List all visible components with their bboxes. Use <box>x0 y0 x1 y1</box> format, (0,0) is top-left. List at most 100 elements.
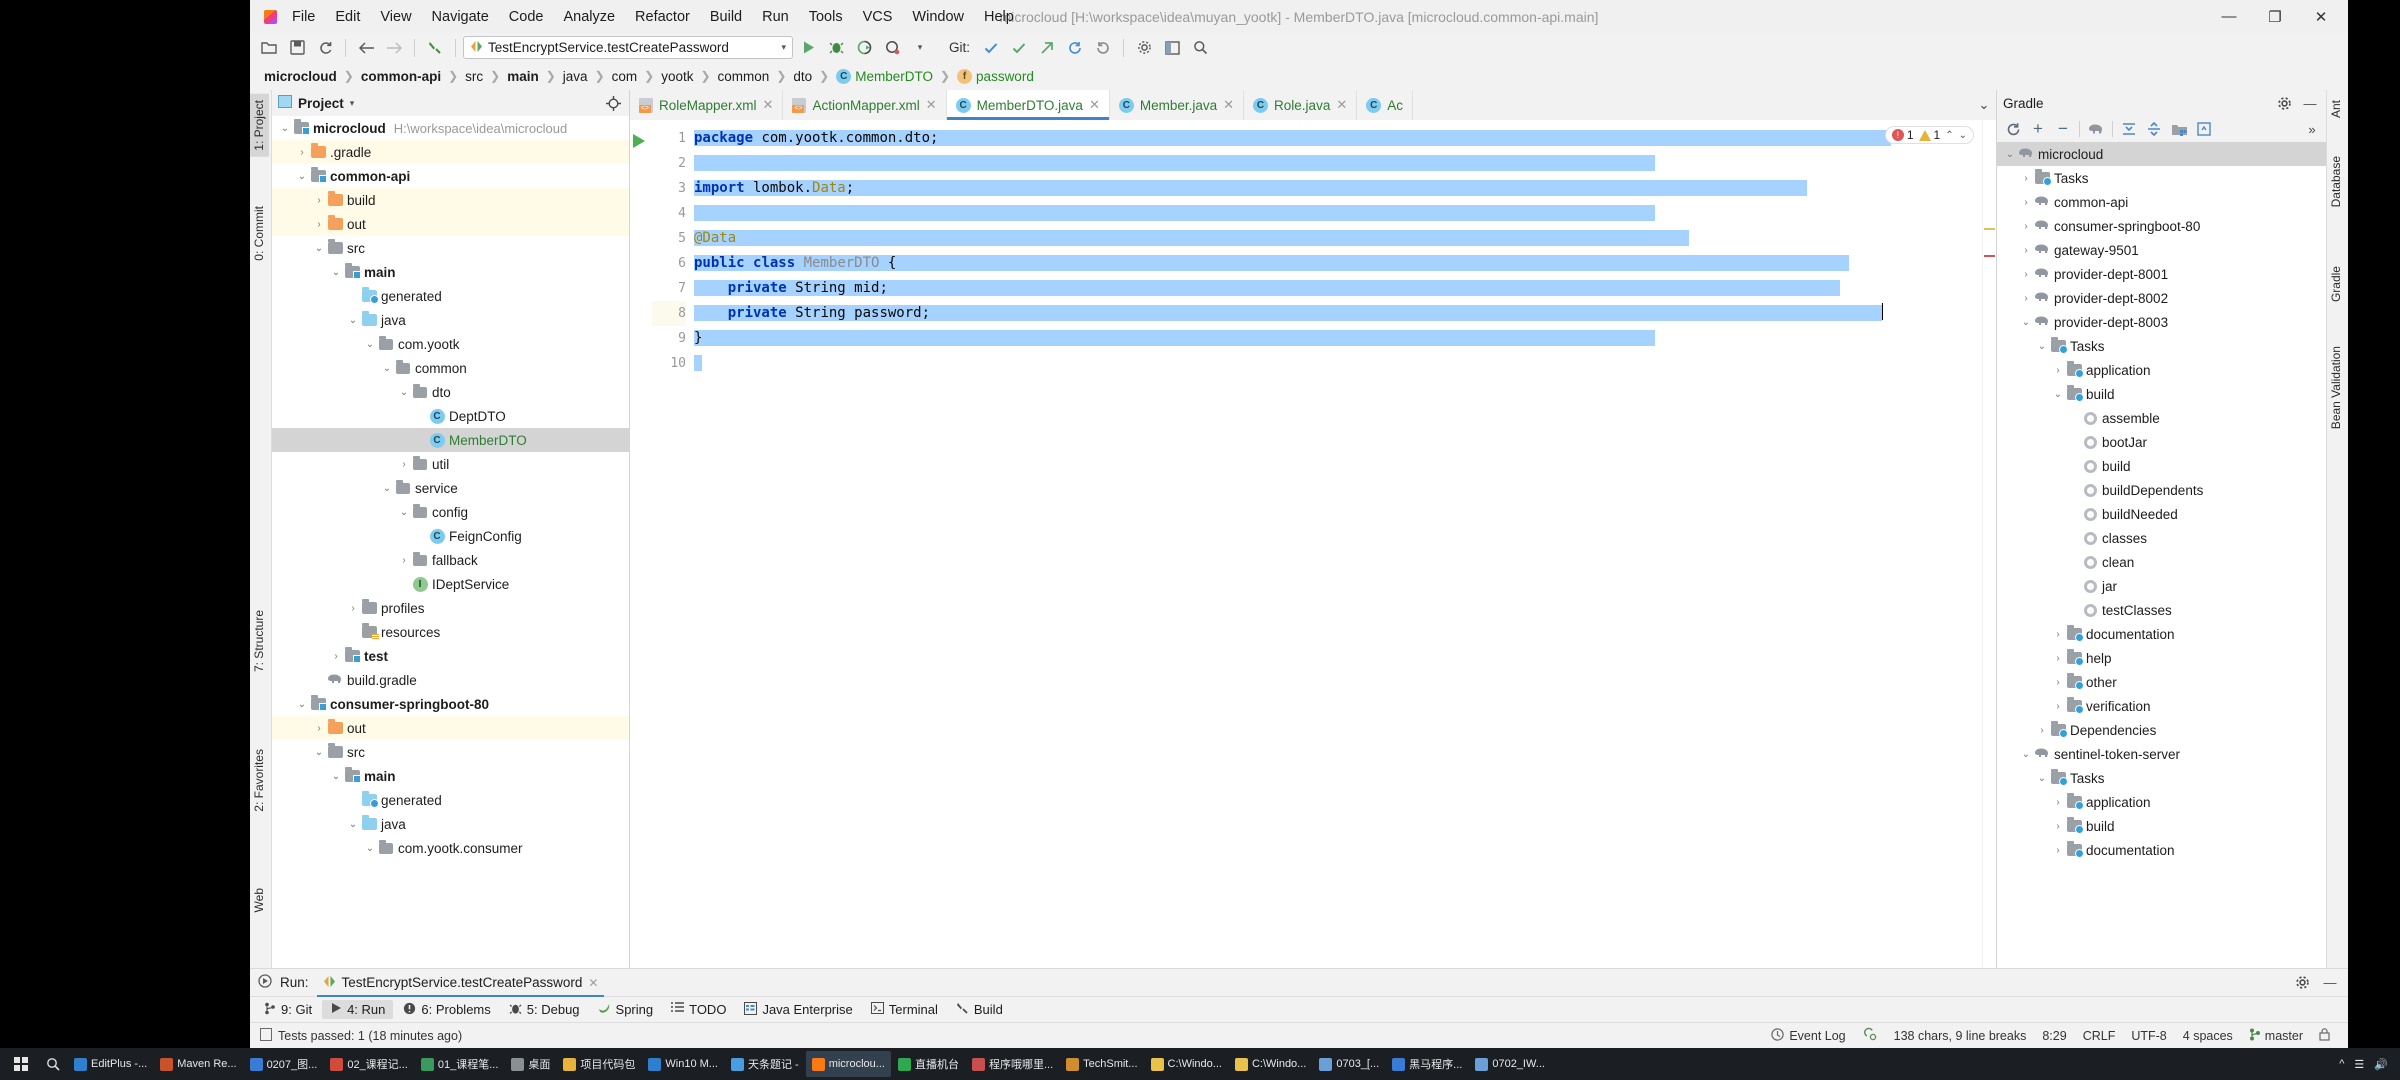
lock-icon[interactable] <box>2311 1027 2338 1044</box>
taskbar-app-button[interactable]: Maven Re... <box>154 1051 242 1077</box>
tree-node[interactable]: build <box>1997 454 2326 478</box>
chevron-right-icon[interactable]: › <box>2019 269 2033 280</box>
chevron-right-icon[interactable]: › <box>2019 197 2033 208</box>
navigate-back-icon[interactable] <box>353 36 379 60</box>
chevron-down-icon[interactable]: ⌄ <box>312 243 326 254</box>
tree-node[interactable]: C MemberDTO <box>272 428 629 452</box>
memory-icon[interactable] <box>1854 1027 1886 1044</box>
tree-node[interactable]: › .gradle <box>272 140 629 164</box>
tool-window-button[interactable]: 9: Git <box>256 1000 320 1020</box>
tree-node[interactable]: ⌄ java <box>272 308 629 332</box>
tool-window-button[interactable]: 4: Run <box>322 1000 394 1019</box>
menu-refactor[interactable]: Refactor <box>625 7 700 27</box>
tree-node[interactable]: › provider-dept-8002 <box>1997 286 2326 310</box>
tool-window-button[interactable]: 5: Debug <box>501 1000 588 1020</box>
tree-node[interactable]: ⌄ common <box>272 356 629 380</box>
menu-code[interactable]: Code <box>499 7 554 27</box>
menu-help[interactable]: Help <box>974 7 1024 27</box>
menu-tools[interactable]: Tools <box>799 7 853 27</box>
tree-node[interactable]: ⌄ consumer-springboot-80 <box>272 692 629 716</box>
tree-node[interactable]: ⌄ common-api <box>272 164 629 188</box>
tree-node[interactable]: › out <box>272 212 629 236</box>
git-push-icon[interactable] <box>1034 36 1060 60</box>
sidebar-item-ant[interactable]: Ant <box>2326 94 2346 124</box>
chevron-right-icon[interactable]: › <box>329 651 343 662</box>
chevron-down-icon[interactable]: ⌄ <box>2051 389 2065 400</box>
taskbar-app-button[interactable]: microclou... <box>805 1051 891 1077</box>
run-configuration-selector[interactable]: TestEncryptService.testCreatePassword ▾ <box>463 36 793 59</box>
tree-node[interactable]: › gateway-9501 <box>1997 238 2326 262</box>
sidebar-item-bean-validation[interactable]: Bean Validation <box>2326 340 2346 435</box>
tree-node[interactable]: ⌄ Tasks <box>1997 766 2326 790</box>
minimize-button[interactable]: — <box>2206 0 2252 33</box>
tool-window-button[interactable]: Spring <box>590 1000 662 1020</box>
collapse-all-icon[interactable] <box>2142 118 2166 140</box>
taskbar-app-button[interactable]: 桌面 <box>505 1051 556 1077</box>
tree-node[interactable]: C DeptDTO <box>272 404 629 428</box>
debug-button[interactable] <box>823 36 849 60</box>
tree-node[interactable]: ⌄ config <box>272 500 629 524</box>
tree-node[interactable]: ⌄ service <box>272 476 629 500</box>
sidebar-item-structure[interactable]: 7: Structure <box>249 604 269 678</box>
inspection-widget[interactable]: ! 1 1 ⌃ ⌄ <box>1884 126 1974 144</box>
chevron-right-icon[interactable]: › <box>2051 365 2065 376</box>
taskbar-app-button[interactable]: Win10 M... <box>642 1051 724 1077</box>
open-project-icon[interactable] <box>256 36 282 60</box>
menu-analyze[interactable]: Analyze <box>553 7 625 27</box>
minimize-panel-icon[interactable]: — <box>2300 93 2320 113</box>
tree-node[interactable]: › out <box>272 716 629 740</box>
tree-node[interactable]: › Tasks <box>1997 166 2326 190</box>
run-result-tab[interactable]: TestEncryptService.testCreatePassword ✕ <box>316 969 605 997</box>
git-update-icon[interactable] <box>978 36 1004 60</box>
taskbar-app-button[interactable]: TechSmit... <box>1060 1051 1143 1077</box>
editor-tab[interactable]: C Ac <box>1357 90 1413 120</box>
breadcrumb-password[interactable]: f password <box>953 68 1038 85</box>
error-marker[interactable] <box>1984 255 1995 257</box>
taskbar-app-button[interactable]: C:\Windo... <box>1145 1051 1228 1077</box>
chevron-down-icon[interactable]: ⌄ <box>2003 149 2017 160</box>
run-line-icon[interactable] <box>633 134 645 148</box>
tree-node[interactable]: › application <box>1997 790 2326 814</box>
chevron-down-icon[interactable]: ⌄ <box>380 483 394 494</box>
chevron-down-icon[interactable]: ⌄ <box>363 339 377 350</box>
editor-tabs-more-icon[interactable]: ⌄ <box>1972 90 1996 120</box>
taskbar-app-button[interactable]: 黑马程序... <box>1386 1051 1468 1077</box>
run-button[interactable] <box>795 36 821 60</box>
taskbar-app-button[interactable]: 0207_图... <box>244 1051 324 1077</box>
tree-node[interactable]: ⌄ src <box>272 236 629 260</box>
tray-chevron-icon[interactable]: ^ <box>2339 1058 2344 1070</box>
tree-node[interactable]: ⌄ Tasks <box>1997 334 2326 358</box>
tree-node[interactable]: ⌄ build <box>1997 382 2326 406</box>
code-editor[interactable]: 1 2 3 4 5 6 7 8 9 10 package com.yootk.common.dto… <box>630 120 1996 968</box>
close-icon[interactable]: ✕ <box>763 97 774 113</box>
caret-position[interactable]: 8:29 <box>2034 1029 2074 1043</box>
chevron-right-icon[interactable]: › <box>397 555 411 566</box>
taskbar-app-button[interactable]: 01_课程笔... <box>415 1051 505 1077</box>
gradle-refresh-icon[interactable] <box>2001 118 2025 140</box>
tree-node[interactable]: ⌄ com.yootk.consumer <box>272 836 629 860</box>
menu-vcs[interactable]: VCS <box>853 7 903 27</box>
chevron-right-icon[interactable]: › <box>312 195 326 206</box>
chevron-down-icon[interactable]: ⌄ <box>2019 317 2033 328</box>
chevron-down-icon[interactable]: ⌄ <box>295 171 309 182</box>
tree-node[interactable]: › help <box>1997 646 2326 670</box>
breadcrumb-com[interactable]: com <box>608 68 642 85</box>
tree-node[interactable]: ⌄ java <box>272 812 629 836</box>
chevron-right-icon[interactable]: › <box>2051 677 2065 688</box>
chevron-down-icon[interactable]: ⌄ <box>380 363 394 374</box>
tree-node[interactable]: testClasses <box>1997 598 2326 622</box>
tree-node[interactable]: ⌄ src <box>272 740 629 764</box>
tree-node[interactable]: generated <box>272 284 629 308</box>
chevron-down-icon[interactable]: ▾ <box>350 98 355 109</box>
gear-icon[interactable] <box>1131 36 1157 60</box>
tree-node[interactable]: › profiles <box>272 596 629 620</box>
menu-build[interactable]: Build <box>700 7 752 27</box>
chevron-down-icon[interactable]: ⌄ <box>2035 341 2049 352</box>
tree-node[interactable]: › build <box>1997 814 2326 838</box>
tree-node[interactable]: › fallback <box>272 548 629 572</box>
breadcrumb-yootk[interactable]: yootk <box>657 68 697 85</box>
tree-node[interactable]: › test <box>272 644 629 668</box>
tree-node[interactable]: jar <box>1997 574 2326 598</box>
chevron-right-icon[interactable]: › <box>2051 845 2065 856</box>
chevron-right-icon[interactable]: › <box>2019 173 2033 184</box>
